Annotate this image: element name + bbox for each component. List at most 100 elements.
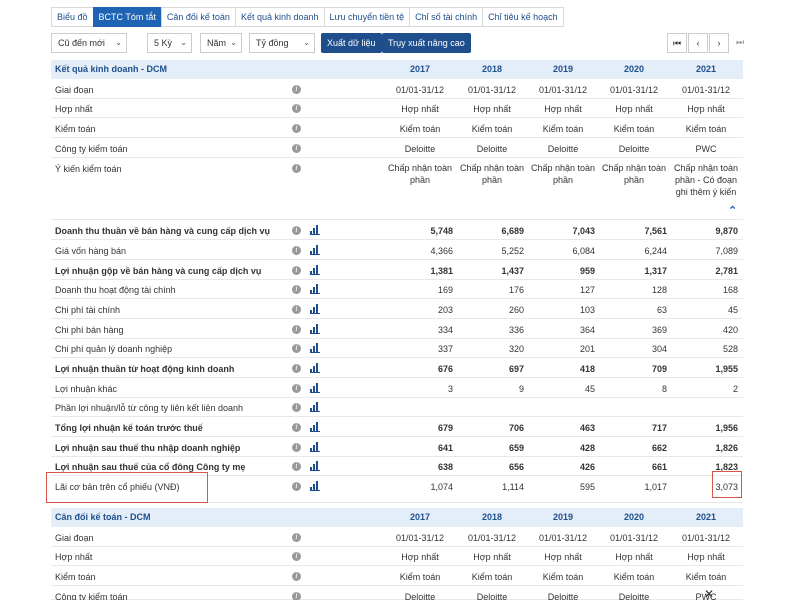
table-row: Ý kiến kiểm toán i Chấp nhận toàn phần Chấp … bbox=[51, 158, 743, 220]
cell-value: Deloitte bbox=[404, 144, 436, 154]
cell-value: 01/01-31/12 bbox=[538, 85, 588, 95]
bar-chart-icon[interactable] bbox=[310, 304, 320, 314]
prev-page-icon[interactable]: ‹ bbox=[688, 33, 708, 53]
table-row: Lợi nhuận thuần từ hoạt động kinh doanh i… bbox=[51, 358, 743, 378]
year-header: 2018 bbox=[481, 512, 503, 522]
balance-sheet-header: Cân đối kế toán - DCM 2017 2018 2019 2020 20… bbox=[51, 508, 743, 527]
info-icon[interactable]: i bbox=[292, 552, 301, 561]
cell-value: 709 bbox=[651, 364, 667, 374]
bar-chart-icon[interactable] bbox=[310, 284, 320, 294]
row-label: Công ty kiểm toán bbox=[55, 144, 128, 154]
table-row: Lợi nhuận sau thuế thu nhập doanh nghiệp… bbox=[51, 437, 743, 457]
cell-value: 638 bbox=[437, 462, 453, 472]
bar-chart-icon[interactable] bbox=[310, 265, 320, 275]
row-label: Kiểm toán bbox=[55, 572, 96, 582]
info-icon[interactable]: i bbox=[292, 572, 301, 581]
sort-order-select[interactable]: Cũ đến mới ⌄ bbox=[51, 33, 127, 53]
cell-value: 334 bbox=[437, 325, 453, 335]
info-icon[interactable]: i bbox=[292, 325, 301, 334]
tab-5[interactable]: Chỉ số tài chính bbox=[409, 7, 484, 27]
bar-chart-icon[interactable] bbox=[310, 442, 320, 452]
info-icon[interactable]: i bbox=[292, 403, 301, 412]
row-label: Lợi nhuận khác bbox=[55, 384, 117, 394]
bar-chart-icon[interactable] bbox=[310, 461, 320, 471]
info-icon[interactable]: i bbox=[292, 384, 301, 393]
cell-value: 169 bbox=[437, 285, 453, 295]
bar-chart-icon[interactable] bbox=[310, 402, 320, 412]
info-icon[interactable]: i bbox=[292, 144, 301, 153]
tab-2[interactable]: Cân đối kế toán bbox=[160, 7, 236, 27]
cell-value: 01/01-31/12 bbox=[538, 533, 588, 543]
cell-value: 5,252 bbox=[501, 246, 524, 256]
info-icon[interactable]: i bbox=[292, 443, 301, 452]
advanced-export-button[interactable]: Trụy xuất nâng cao bbox=[382, 33, 471, 53]
next-page-icon[interactable]: › bbox=[709, 33, 729, 53]
period-count-select[interactable]: 5 Kỳ ⌄ bbox=[147, 33, 192, 53]
bar-chart-icon[interactable] bbox=[310, 363, 320, 373]
info-icon[interactable]: i bbox=[292, 462, 301, 471]
cell-value: 336 bbox=[508, 325, 524, 335]
info-icon[interactable]: i bbox=[292, 226, 301, 235]
cell-value: 176 bbox=[508, 285, 524, 295]
table-row: Hợp nhất i Hợp nhất Hợp nhất Hợp nhất Hợp nhấ… bbox=[51, 546, 743, 566]
period-type-select[interactable]: Năm ⌄ bbox=[200, 33, 242, 53]
chevron-down-icon: ⌄ bbox=[115, 38, 122, 47]
tab-4[interactable]: Lưu chuyển tiền tệ bbox=[323, 7, 411, 27]
bar-chart-icon[interactable] bbox=[310, 343, 320, 353]
export-data-button[interactable]: Xuất dữ liệu bbox=[321, 33, 382, 53]
chevron-up-icon[interactable]: ⌃ bbox=[728, 204, 737, 217]
cell-value: 661 bbox=[651, 462, 667, 472]
info-icon[interactable]: i bbox=[292, 344, 301, 353]
cell-value: 528 bbox=[722, 344, 738, 354]
cell-line: Chấp nhận toàn bbox=[530, 163, 596, 173]
cell-line: Chấp nhận toàn bbox=[459, 163, 525, 173]
info-icon[interactable]: i bbox=[292, 124, 301, 133]
bar-chart-icon[interactable] bbox=[310, 481, 320, 491]
bar-chart-icon[interactable] bbox=[310, 324, 320, 334]
info-icon[interactable]: i bbox=[292, 533, 301, 542]
cell-line: phần bbox=[623, 175, 645, 185]
sort-order-value: Cũ đến mới bbox=[58, 38, 105, 48]
cell-value: Kiểm toán bbox=[613, 572, 655, 582]
chevron-down-icon: ⌄ bbox=[180, 38, 187, 47]
cell-value: Deloitte bbox=[547, 592, 579, 600]
info-icon[interactable]: i bbox=[292, 85, 301, 94]
tab-3[interactable]: Kết quả kinh doanh bbox=[234, 7, 325, 27]
bar-chart-icon[interactable] bbox=[310, 383, 320, 393]
cell-value: 168 bbox=[722, 285, 738, 295]
info-icon[interactable]: i bbox=[292, 164, 301, 173]
unit-select[interactable]: Tỷ đồng ⌄ bbox=[249, 33, 315, 53]
cell-value: 6,244 bbox=[644, 246, 667, 256]
cell-line: Chấp nhận toàn bbox=[387, 163, 453, 173]
cell-value: 1,956 bbox=[715, 423, 738, 433]
info-icon[interactable]: i bbox=[292, 305, 301, 314]
info-icon[interactable]: i bbox=[292, 592, 301, 600]
info-icon[interactable]: i bbox=[292, 423, 301, 432]
tab-0[interactable]: Biểu đồ bbox=[51, 7, 94, 27]
cell-value: Hợp nhất bbox=[401, 552, 439, 562]
cell-value: 7,089 bbox=[715, 246, 738, 256]
close-icon[interactable]: ✕ bbox=[704, 587, 714, 600]
tab-6[interactable]: Chỉ tiêu kế hoạch bbox=[482, 7, 564, 27]
cell-value: 1,826 bbox=[715, 443, 738, 453]
last-page-icon[interactable]: ⏭ bbox=[730, 33, 750, 53]
bar-chart-icon[interactable] bbox=[310, 245, 320, 255]
cell-value: 717 bbox=[651, 423, 667, 433]
first-page-icon[interactable]: ⏮ bbox=[667, 33, 687, 53]
info-icon[interactable]: i bbox=[292, 285, 301, 294]
info-icon[interactable]: i bbox=[292, 482, 301, 491]
bar-chart-icon[interactable] bbox=[310, 225, 320, 235]
info-icon[interactable]: i bbox=[292, 266, 301, 275]
info-icon[interactable]: i bbox=[292, 246, 301, 255]
info-icon[interactable]: i bbox=[292, 364, 301, 373]
cell-value: 9,870 bbox=[715, 226, 738, 236]
income-statement-header: Kết quả kinh doanh - DCM 2017 2018 2019 202… bbox=[51, 60, 743, 79]
table-row: Giai đoạn i 01/01-31/12 01/01-31/12 01/01-31… bbox=[51, 79, 743, 99]
info-icon[interactable]: i bbox=[292, 104, 301, 113]
row-label: Giai đoạn bbox=[55, 85, 94, 95]
cell-value: 697 bbox=[508, 364, 524, 374]
tab-1[interactable]: BCTC Tóm tắt bbox=[92, 7, 162, 27]
cell-value: 304 bbox=[651, 344, 667, 354]
bar-chart-icon[interactable] bbox=[310, 422, 320, 432]
cell-value: Deloitte bbox=[618, 144, 650, 154]
